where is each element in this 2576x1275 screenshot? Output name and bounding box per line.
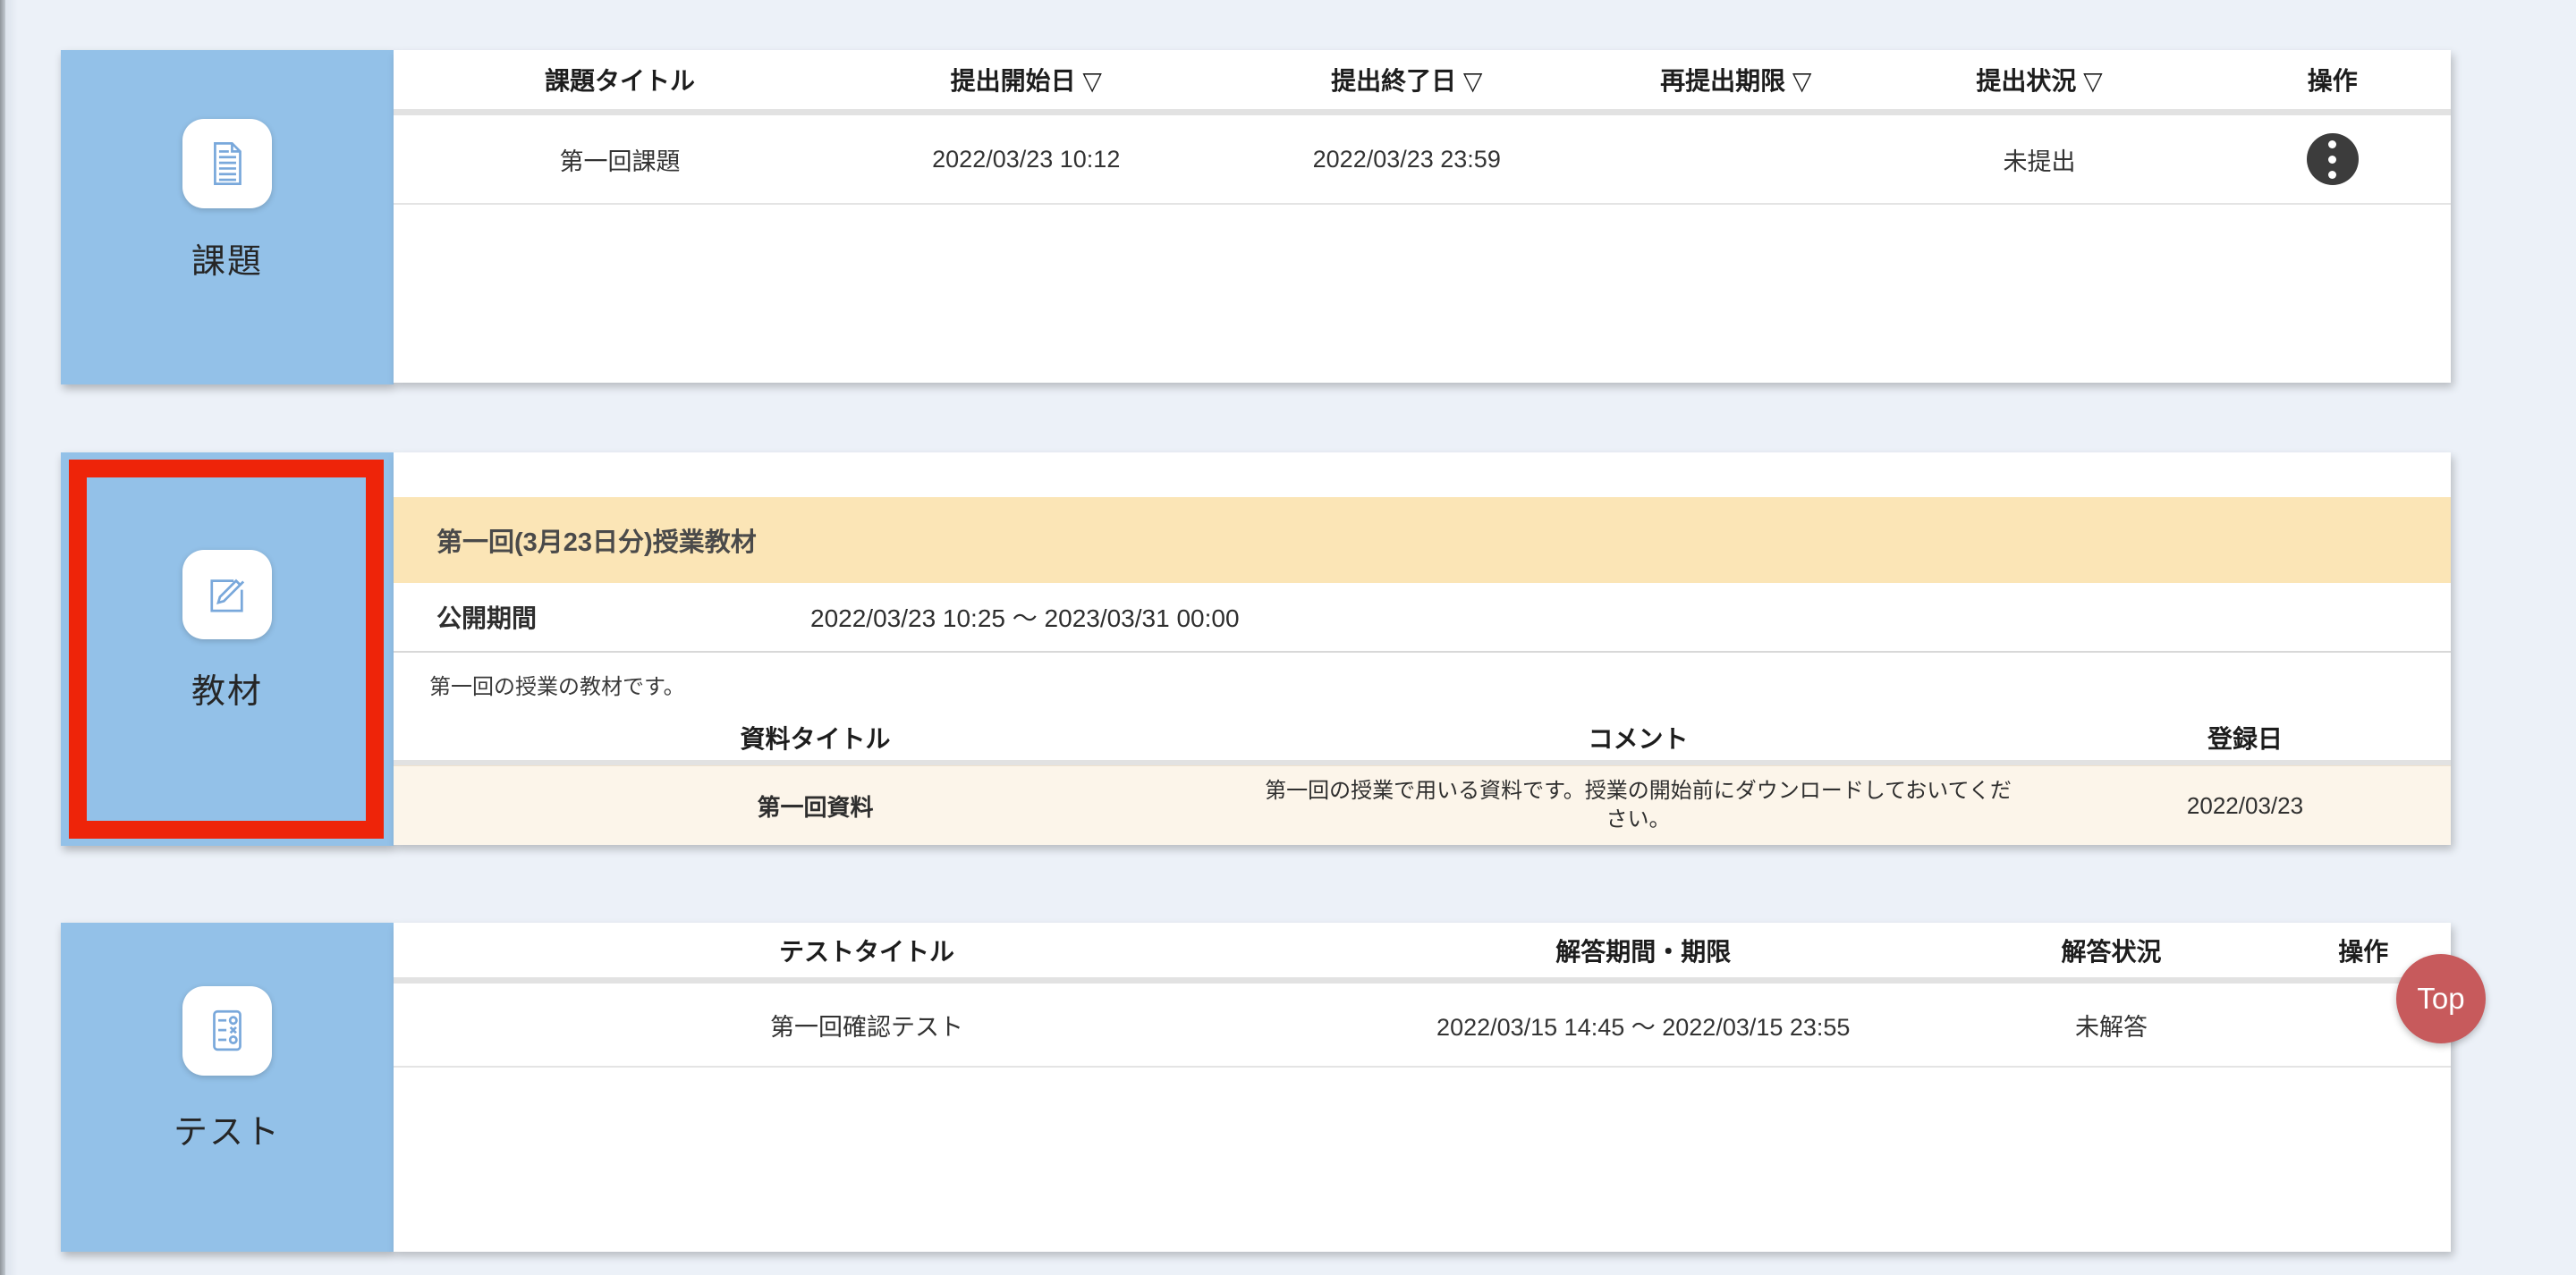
material-title[interactable]: 第一回資料: [394, 789, 1237, 823]
sidebar-tile-assignments[interactable]: 課題: [61, 50, 394, 384]
assignments-panel: 課題タイトル 提出開始日 ▽ 提出終了日 ▽ 再提出期限 ▽ 提出状況 ▽ 操作…: [394, 50, 2451, 383]
material-unit-title-band: 第一回(3月23日分)授業教材: [394, 497, 2451, 583]
kebab-dot: [2328, 140, 2336, 148]
material-description: 第一回の授業の教材です。: [394, 653, 2451, 715]
sidebar-tile-tests-label: テスト: [174, 1104, 281, 1153]
test-title[interactable]: 第一回確認テスト: [394, 1008, 1340, 1043]
document-icon: [201, 138, 253, 190]
col-header-material-date: 登録日: [2039, 720, 2451, 756]
col-header-test-title: テストタイトル: [394, 933, 1340, 968]
assignments-table-header: 課題タイトル 提出開始日 ▽ 提出終了日 ▽ 再提出期限 ▽ 提出状況 ▽ 操作: [394, 50, 2451, 109]
col-header-material-title: 資料タイトル: [394, 720, 1237, 756]
assignment-start-date: 2022/03/23 10:12: [846, 146, 1207, 173]
sidebar-tile-assignments-label: 課題: [191, 233, 263, 283]
course-content-page: 課題 課題タイトル 提出開始日 ▽ 提出終了日 ▽ 再提出期限 ▽ 提出状況 ▽…: [0, 0, 2576, 1275]
kebab-dot: [2328, 171, 2336, 179]
assignment-row[interactable]: 第一回課題 2022/03/23 10:12 2022/03/23 23:59 …: [394, 115, 2451, 203]
assignment-end-date: 2022/03/23 23:59: [1207, 146, 1608, 173]
scroll-to-top-button[interactable]: Top: [2396, 954, 2486, 1043]
col-header-material-comment: コメント: [1237, 720, 2039, 756]
col-header-submit-status-sort[interactable]: 提出状況 ▽: [1865, 62, 2215, 97]
assignment-status: 未提出: [1865, 142, 2215, 177]
col-header-assignment-title: 課題タイトル: [394, 62, 846, 97]
sidebar-tile-materials-label: 教材: [191, 663, 263, 713]
material-unit-title: 第一回(3月23日分)授業教材: [436, 521, 757, 559]
tests-table-header: テストタイトル 解答期間・期限 解答状況 操作: [394, 923, 2451, 977]
publish-period-label: 公開期間: [436, 599, 810, 635]
sidebar-tile-tests[interactable]: テスト: [61, 923, 394, 1252]
material-comment: 第一回の授業で用いる資料です。授業の開始前にダウンロードしておいてください。: [1237, 777, 2039, 834]
tests-panel: テストタイトル 解答期間・期限 解答状況 操作 第一回確認テスト 2022/03…: [394, 923, 2451, 1252]
col-header-actions: 操作: [2215, 62, 2452, 97]
material-publish-period-row: 公開期間 2022/03/23 10:25 ～ 2023/03/31 00:00: [394, 583, 2451, 651]
scroll-to-top-label: Top: [2417, 982, 2464, 1016]
materials-panel: 第一回(3月23日分)授業教材 公開期間 2022/03/23 10:25 ～ …: [394, 452, 2451, 845]
assignment-icon-card: [182, 119, 272, 208]
material-row[interactable]: 第一回資料 第一回の授業で用いる資料です。授業の開始前にダウンロードしておいてく…: [394, 765, 2451, 845]
header-divider: [394, 977, 2451, 984]
sidebar-tile-materials[interactable]: 教材: [61, 452, 394, 846]
kebab-menu-button[interactable]: [2307, 133, 2359, 185]
col-header-answer-status: 解答状況: [1947, 933, 2276, 968]
col-header-submit-end-sort[interactable]: 提出終了日 ▽: [1207, 62, 1608, 97]
col-header-submit-start-sort[interactable]: 提出開始日 ▽: [846, 62, 1207, 97]
quiz-icon: [201, 1005, 253, 1057]
edit-icon: [201, 569, 253, 621]
header-divider: [394, 109, 2451, 115]
material-date: 2022/03/23: [2039, 792, 2451, 820]
publish-period-value: 2022/03/23 10:25 ～ 2023/03/31 00:00: [810, 599, 1240, 635]
test-status: 未解答: [1947, 1008, 2276, 1043]
row-divider: [394, 203, 2451, 205]
materials-table-header: 資料タイトル コメント 登録日: [394, 715, 2451, 760]
assignment-title[interactable]: 第一回課題: [394, 142, 846, 177]
col-header-answer-period: 解答期間・期限: [1340, 933, 1947, 968]
test-row[interactable]: 第一回確認テスト 2022/03/15 14:45 ～ 2022/03/15 2…: [394, 984, 2451, 1066]
materials-panel-spacer: [394, 452, 2451, 497]
materials-icon-card: [182, 550, 272, 639]
kebab-dot: [2328, 156, 2336, 164]
col-header-resubmit-deadline-sort[interactable]: 再提出期限 ▽: [1607, 62, 1865, 97]
tests-icon-card: [182, 986, 272, 1076]
row-divider: [394, 1066, 2451, 1068]
test-period: 2022/03/15 14:45 ～ 2022/03/15 23:55: [1340, 1008, 1947, 1043]
window-left-edge-fade: [5, 0, 18, 1275]
